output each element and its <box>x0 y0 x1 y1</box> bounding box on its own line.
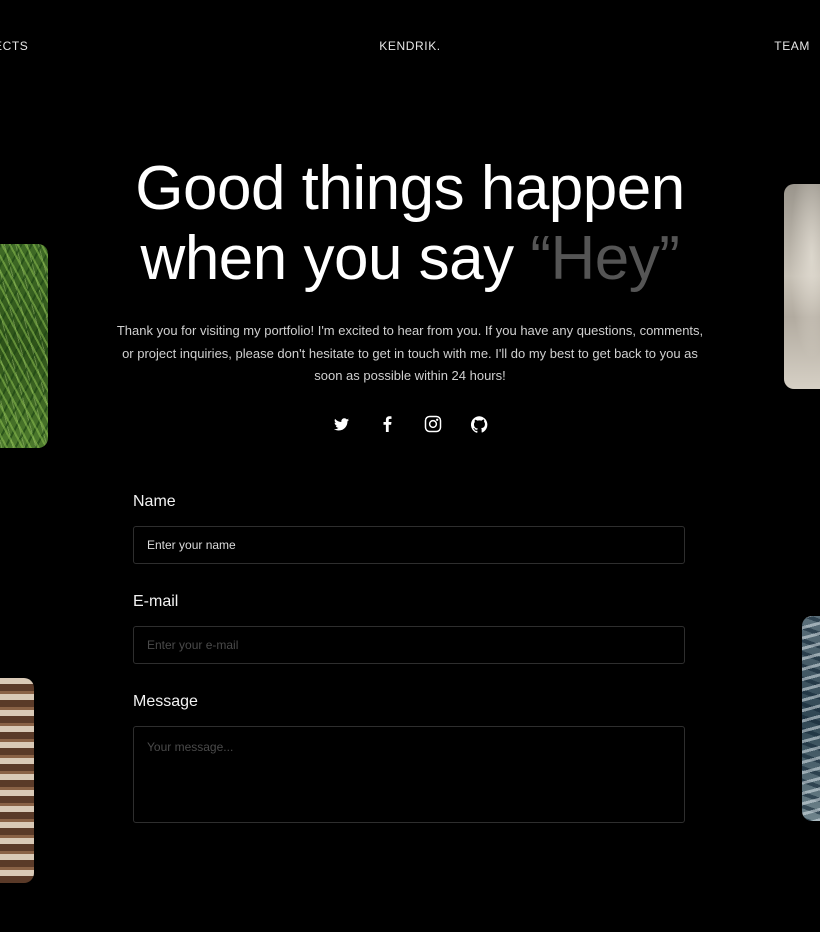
nav-link-team[interactable]: TEAM <box>774 39 810 53</box>
github-icon[interactable] <box>467 412 491 436</box>
photo-stairs <box>0 678 34 883</box>
brand-wrapper: KENDRIK. <box>0 39 820 53</box>
email-label: E-mail <box>133 593 179 610</box>
brand-logo[interactable]: KENDRIK. <box>379 39 440 53</box>
social-links <box>0 412 820 436</box>
instagram-icon[interactable] <box>421 412 445 436</box>
nav-link-projects[interactable]: ECTS <box>0 39 28 53</box>
twitter-icon[interactable] <box>329 412 353 436</box>
photo-waves <box>802 616 820 821</box>
intro-text: Thank you for visiting my portfolio! I'm… <box>116 323 704 383</box>
message-textarea[interactable] <box>133 726 685 823</box>
message-label: Message <box>133 693 198 710</box>
hero-title-highlight: “Hey” <box>530 224 680 293</box>
name-label: Name <box>133 493 176 510</box>
facebook-icon[interactable] <box>375 412 399 436</box>
hero-title: Good things happen when you say “Hey” <box>0 154 820 294</box>
hero-title-line1: Good things happen <box>135 154 685 223</box>
hero-title-line2: when you say <box>140 224 531 293</box>
name-input[interactable] <box>133 526 685 564</box>
email-input[interactable] <box>133 626 685 664</box>
